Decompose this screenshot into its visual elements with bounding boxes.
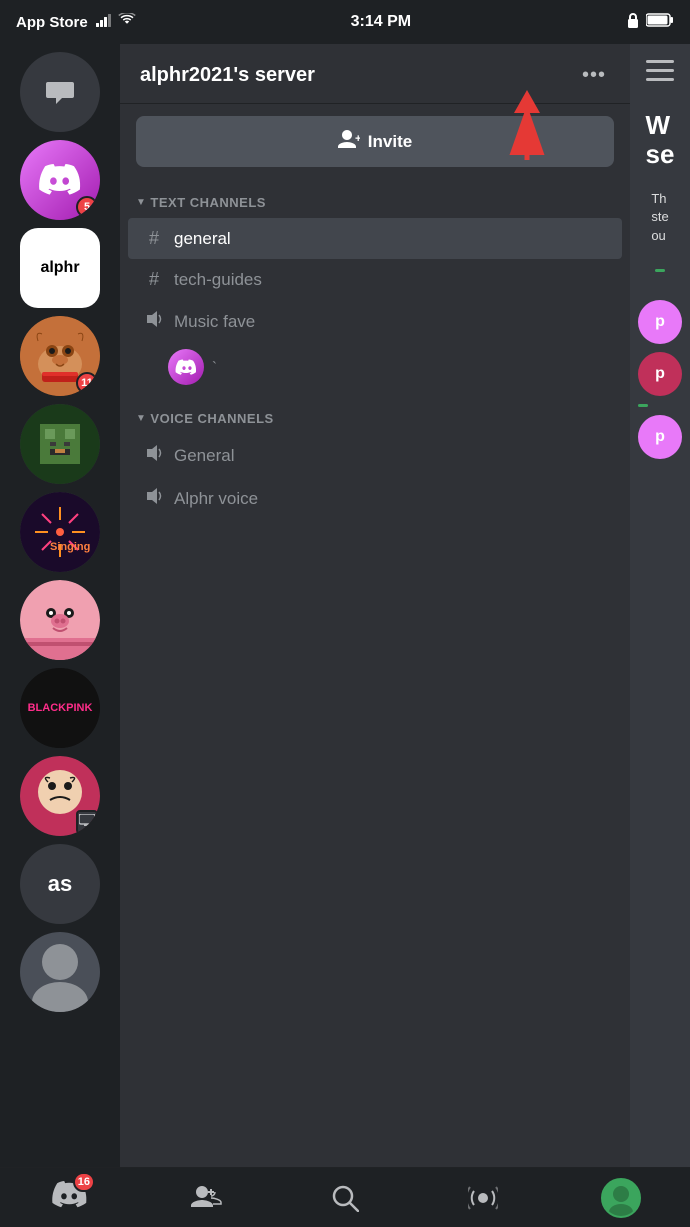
server-icon-discord[interactable]: 5 — [20, 140, 100, 220]
channel-header: alphr2021's server ••• — [120, 44, 630, 104]
bot-avatar[interactable] — [168, 349, 204, 385]
channel-tech-guides[interactable]: # tech-guides — [128, 259, 622, 300]
channel-general[interactable]: # general — [128, 218, 622, 259]
nav-item-profile[interactable] — [591, 1178, 651, 1218]
svg-text:BLACKPINK: BLACKPINK — [28, 702, 93, 714]
hash-icon-2: # — [144, 269, 164, 290]
server-icon-crying[interactable] — [20, 756, 100, 836]
server-name: alphr2021's server — [140, 64, 315, 87]
bot-avatar-row: ` — [120, 343, 630, 391]
as-label: as — [48, 871, 72, 897]
status-dot-2 — [638, 404, 648, 407]
bot-label: ` — [212, 359, 217, 376]
right-panel: W se Th ste ou p p p — [630, 44, 690, 1167]
voice-channels-header[interactable]: ▼ VOICE CHANNELS — [120, 407, 630, 434]
server-icon-minecraft[interactable] — [20, 404, 100, 484]
server-icon-alphr[interactable]: alphr — [20, 228, 100, 308]
voice-channels-label: VOICE CHANNELS — [150, 411, 273, 426]
battery-icon — [646, 13, 674, 31]
alphr-label: alphr — [40, 259, 79, 277]
text-channels-label: TEXT CHANNELS — [150, 195, 266, 210]
speaker-icon — [144, 310, 164, 333]
rp-avatar-2[interactable]: p — [638, 352, 682, 396]
right-panel-description: Th ste ou — [651, 190, 668, 245]
right-panel-avatars: p p p — [638, 300, 682, 459]
hash-icon: # — [144, 228, 164, 249]
server-icon-dm[interactable] — [20, 52, 100, 132]
speaker-icon-2 — [144, 444, 164, 467]
channel-voice-general[interactable]: General — [128, 434, 622, 477]
text-channels-section: ▼ TEXT CHANNELS # general # tech-guides — [120, 179, 630, 395]
nav-item-activity[interactable] — [453, 1184, 513, 1212]
nav-item-friends[interactable] — [177, 1184, 237, 1212]
server-dog-badge: 11 — [76, 372, 98, 394]
bottom-nav: 16 — [0, 1167, 690, 1227]
nav-item-search[interactable] — [315, 1184, 375, 1212]
status-dot-1 — [655, 269, 665, 272]
speaker-icon-3 — [144, 487, 164, 510]
rp-avatar-1[interactable]: p — [638, 300, 682, 344]
status-bar: App Store 3:14 PM — [0, 0, 690, 44]
channel-music-fave-label: Music fave — [174, 312, 255, 332]
invite-button[interactable]: + Invite — [136, 116, 614, 167]
server-icon-partial[interactable] — [20, 932, 100, 1012]
invite-label: Invite — [368, 132, 412, 152]
server-icon-singing[interactable]: Singing — [20, 492, 100, 572]
server-icon-as[interactable]: as — [20, 844, 100, 924]
wifi-icon — [118, 13, 136, 31]
channel-alphr-voice[interactable]: Alphr voice — [128, 477, 622, 520]
hamburger-icon[interactable] — [646, 60, 674, 87]
nav-item-home[interactable]: 16 — [39, 1176, 99, 1220]
status-bar-left: App Store — [16, 13, 136, 31]
channel-panel: alphr2021's server ••• + Invite ▼ TEXT C… — [120, 44, 630, 1167]
channel-music-fave[interactable]: Music fave — [128, 300, 622, 343]
server-icon-game[interactable] — [20, 580, 100, 660]
signal-icon — [96, 13, 114, 31]
channel-general-label: general — [174, 229, 231, 249]
lock-icon — [626, 12, 640, 32]
server-icon-blackpink[interactable]: BLACKPINK — [20, 668, 100, 748]
text-channels-header[interactable]: ▼ TEXT CHANNELS — [120, 191, 630, 218]
rp-avatar-3[interactable]: p — [638, 415, 682, 459]
nav-home-badge: 16 — [73, 1172, 95, 1192]
chevron-down-icon: ▼ — [136, 197, 146, 208]
server-list: 5 alphr 11 — [0, 44, 120, 1167]
right-panel-title: W se — [646, 111, 675, 168]
channel-alphr-voice-label: Alphr voice — [174, 489, 258, 509]
carrier-text: App Store — [16, 14, 88, 31]
invite-icon: + — [338, 130, 360, 153]
status-bar-right — [626, 12, 674, 32]
svg-text:Singing: Singing — [50, 541, 90, 553]
svg-text:+: + — [355, 133, 360, 145]
main-layout: 5 alphr 11 — [0, 44, 690, 1167]
server-discord-badge: 5 — [76, 196, 98, 218]
server-icon-dog[interactable]: 11 — [20, 316, 100, 396]
voice-channels-section: ▼ VOICE CHANNELS General — [120, 395, 630, 524]
channel-tech-guides-label: tech-guides — [174, 270, 262, 290]
chevron-down-icon-2: ▼ — [136, 413, 146, 424]
status-bar-time: 3:14 PM — [351, 13, 411, 31]
more-options-button[interactable]: ••• — [578, 60, 610, 91]
channel-voice-general-label: General — [174, 446, 234, 466]
